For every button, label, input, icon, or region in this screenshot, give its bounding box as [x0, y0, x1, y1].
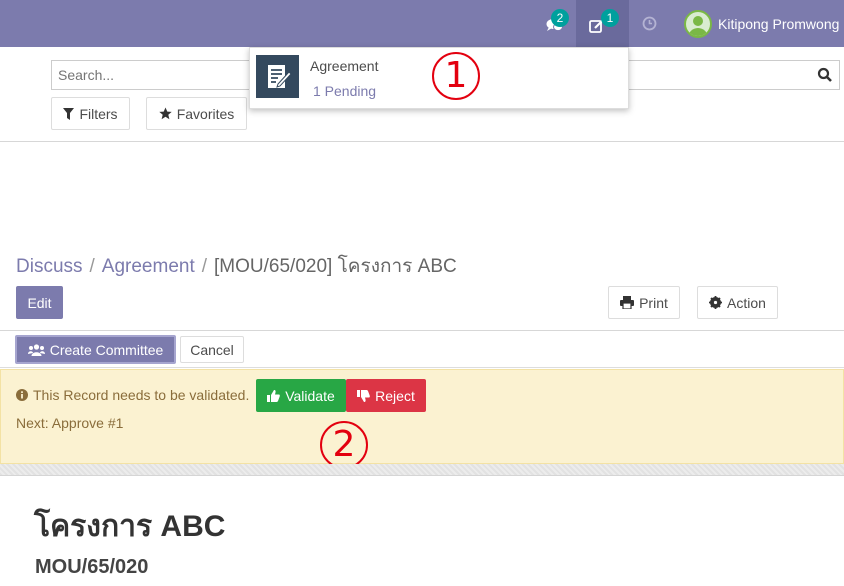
activity-model-name[interactable]: Agreement [310, 58, 378, 74]
annotation-marker-2: 2 [320, 421, 368, 469]
document-edit-icon [267, 64, 292, 88]
next-approval-step: Next: Approve #1 [16, 415, 124, 431]
filter-icon [63, 107, 75, 120]
validation-message-text: This Record needs to be validated. [33, 387, 250, 403]
edit-label: Edit [27, 294, 52, 311]
user-name: Kitipong Promwong [718, 15, 840, 32]
print-button[interactable]: Print [608, 286, 680, 319]
activities-badge: 1 [601, 9, 619, 27]
messages-menu[interactable]: 2 [532, 0, 576, 47]
action-button[interactable]: Action [697, 286, 778, 319]
info-icon [16, 389, 28, 401]
favorites-button[interactable]: Favorites [146, 97, 247, 130]
gear-icon [709, 296, 723, 309]
validate-button[interactable]: Validate [256, 379, 346, 412]
users-icon [27, 343, 45, 356]
thumbs-down-icon [357, 389, 370, 402]
activity-pending-count[interactable]: 1 Pending [313, 83, 376, 99]
favorites-label: Favorites [176, 105, 235, 122]
print-label: Print [639, 294, 668, 311]
control-panel-divider [0, 141, 844, 142]
sheet-background-stripe [0, 464, 844, 476]
reject-button[interactable]: Reject [346, 379, 426, 412]
annotation-marker-1: 1 [432, 52, 480, 100]
print-icon [620, 296, 635, 309]
breadcrumb: Discuss / Agreement / [MOU/65/020] โครงการ A… [16, 251, 457, 281]
record-code: MOU/65/020 [35, 556, 149, 578]
filters-label: Filters [79, 105, 118, 122]
agreement-app-icon[interactable] [256, 55, 299, 98]
user-menu[interactable]: Kitipong Promwong [684, 0, 844, 47]
filters-button[interactable]: Filters [51, 97, 130, 130]
edit-button[interactable]: Edit [16, 286, 63, 319]
breadcrumb-separator: / [201, 256, 208, 277]
breadcrumb-current: [MOU/65/020] โครงการ ABC [214, 256, 457, 277]
user-avatar [684, 9, 712, 38]
activities-menu[interactable]: 1 [576, 0, 629, 47]
reject-label: Reject [375, 387, 415, 404]
cancel-button[interactable]: Cancel [180, 336, 244, 363]
create-committee-button[interactable]: Create Committee [15, 335, 176, 364]
action-label: Action [727, 294, 766, 311]
recent-activity-menu[interactable] [636, 0, 662, 47]
breadcrumb-separator: / [89, 256, 95, 277]
cancel-label: Cancel [190, 341, 234, 358]
record-title: โครงการ ABC [34, 510, 226, 543]
star-icon [159, 107, 172, 120]
validate-label: Validate [285, 387, 335, 404]
messages-badge: 2 [551, 9, 569, 27]
breadcrumb-agreement[interactable]: Agreement [102, 256, 195, 277]
validation-message: This Record needs to be validated. [16, 387, 249, 403]
search-icon[interactable] [817, 67, 833, 83]
clock-icon [642, 16, 656, 31]
create-committee-label: Create Committee [49, 341, 164, 358]
thumbs-up-icon [267, 389, 281, 402]
breadcrumb-discuss[interactable]: Discuss [16, 256, 83, 277]
